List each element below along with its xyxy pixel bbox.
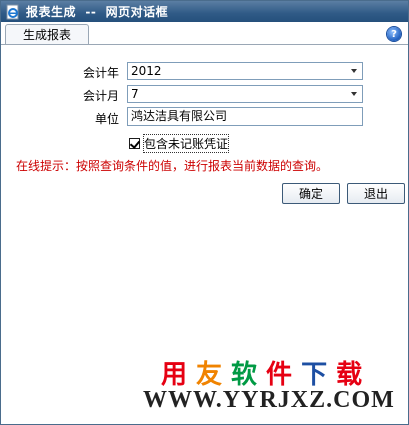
include-unposted-label[interactable]: 包含未记账凭证 <box>142 133 230 153</box>
include-unposted-checkbox[interactable] <box>129 137 141 149</box>
watermark-char: 下 <box>301 360 337 390</box>
ok-button[interactable]: 确定 <box>282 183 340 204</box>
watermark-char: 软 <box>231 360 267 390</box>
window-title: 报表生成 -- 网页对话框 <box>26 5 169 19</box>
month-value: 7 <box>131 87 139 101</box>
dialog-window: 报表生成 -- 网页对话框 生成报表 ? 会计年 2012 会计月 7 单位 鸿… <box>0 0 409 425</box>
chevron-down-icon[interactable] <box>351 69 357 73</box>
tab-generate-report[interactable]: 生成报表 <box>5 24 89 44</box>
title-bar[interactable]: 报表生成 -- 网页对话框 <box>1 1 408 22</box>
year-label: 会计年 <box>82 66 119 80</box>
ie-page-icon <box>5 4 21 20</box>
watermark-char: 用 <box>161 360 197 390</box>
watermark-char: 件 <box>266 360 302 390</box>
unit-label: 单位 <box>94 112 119 126</box>
checkmark-icon <box>129 137 141 149</box>
include-unposted-row[interactable]: 包含未记账凭证 <box>129 133 230 153</box>
watermark-char: 友 <box>196 360 232 390</box>
tab-strip: 生成报表 ? <box>1 22 408 45</box>
chevron-down-icon[interactable] <box>351 92 357 96</box>
unit-input[interactable]: 鸿达洁具有限公司 <box>127 107 363 126</box>
month-select[interactable]: 7 <box>127 85 363 103</box>
watermark-url: WWW.YYRJXZ.COM <box>143 387 395 413</box>
month-label: 会计月 <box>82 89 119 103</box>
watermark-brand: 用友软件下载 <box>161 354 371 391</box>
year-value: 2012 <box>131 64 162 78</box>
help-icon[interactable]: ? <box>387 27 401 41</box>
exit-button[interactable]: 退出 <box>347 183 405 204</box>
online-hint: 在线提示：按照查询条件的值，进行报表当前数据的查询。 <box>16 159 329 173</box>
watermark-char: 载 <box>336 360 372 390</box>
year-select[interactable]: 2012 <box>127 62 363 80</box>
